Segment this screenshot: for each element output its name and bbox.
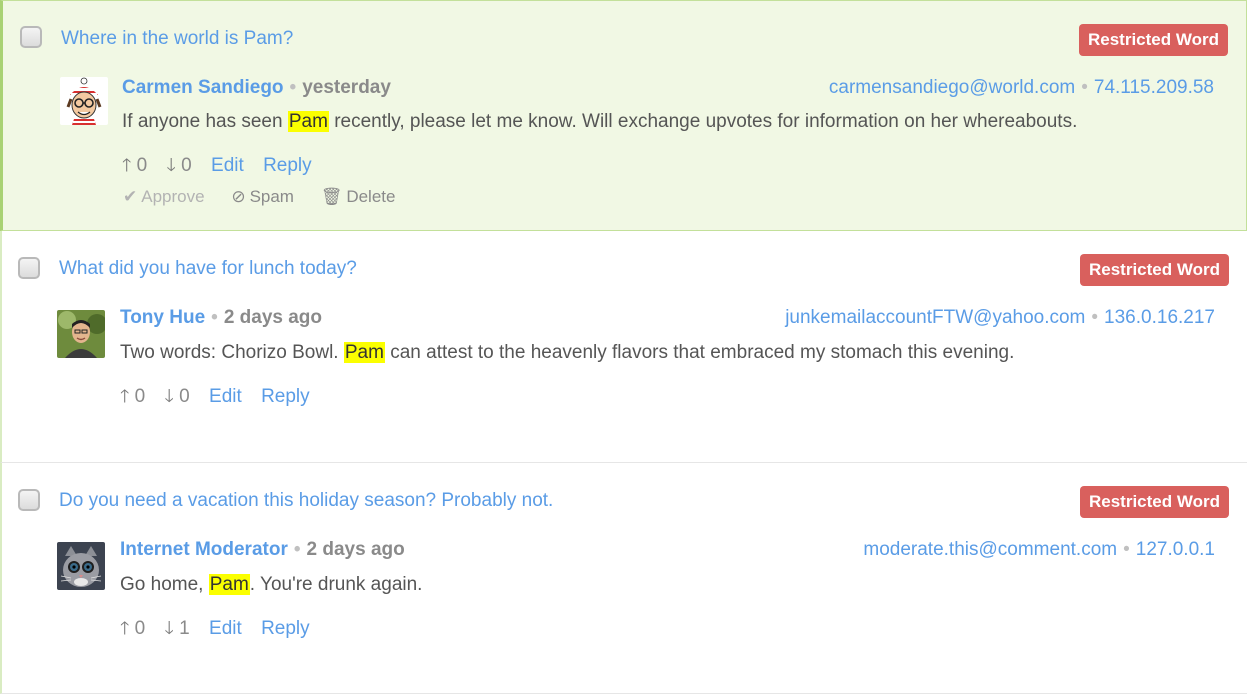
arrow-up-icon: 🡑 (120, 386, 130, 406)
comment-subject-link[interactable]: Where in the world is Pam? (61, 28, 293, 50)
upvote-button[interactable]: 🡑 0 (120, 386, 145, 407)
comment-meta: Internet Moderator • 2 days ago moderate.t… (2, 539, 1215, 563)
arrow-down-icon: 🡓 (164, 386, 174, 406)
comment-meta: Tony Hue • 2 days ago junkemailaccountFTW@… (2, 307, 1215, 331)
comment-subject-link[interactable]: Do you need a vacation this holiday seas… (59, 490, 553, 512)
comment-body: Go home, Pam. You're drunk again. (120, 574, 423, 595)
comment-actions: 🡑 0 🡓 1 Edit Reply (120, 616, 324, 646)
author-name[interactable]: Carmen Sandiego • yesterday (122, 77, 391, 99)
author-name[interactable]: Internet Moderator • 2 days ago (120, 539, 405, 561)
comment-subject-link[interactable]: What did you have for lunch today? (59, 258, 357, 280)
reply-link[interactable]: Reply (263, 155, 312, 176)
arrow-up-icon: 🡑 (122, 155, 132, 175)
timestamp: 2 days ago (223, 307, 323, 328)
comment-body: Two words: Chorizo Bowl. Pam can attest … (120, 342, 1015, 363)
trash-icon: 🗑 (320, 187, 343, 206)
select-checkbox[interactable] (20, 26, 42, 48)
downvote-button[interactable]: 🡓 1 (165, 618, 190, 639)
author-ip-link[interactable]: 74.115.209.58 (1094, 77, 1214, 98)
author-contact: moderate.this@comment.com • 127.0.0.1 (863, 539, 1215, 560)
comment-body: If anyone has seen Pam recently, please … (122, 111, 1078, 132)
comment-item: Do you need a vacation this holiday seas… (0, 463, 1247, 694)
restricted-word-badge: Restricted Word (1080, 254, 1229, 286)
select-checkbox[interactable] (18, 489, 40, 511)
upvote-button[interactable]: 🡑 0 (122, 155, 147, 176)
timestamp: yesterday (302, 77, 391, 98)
downvote-button[interactable]: 🡓 0 (167, 155, 192, 176)
author-contact: junkemailaccountFTW@yahoo.com • 136.0.16.2… (785, 307, 1215, 328)
spam-button[interactable]: ⊘ Spam (231, 187, 294, 206)
edit-link[interactable]: Edit (211, 155, 244, 176)
comment-actions: 🡑 0 🡓 0 Edit Reply (120, 384, 324, 414)
comment-list: Where in the world is Pam? Restricted Wo… (0, 0, 1247, 694)
reply-link[interactable]: Reply (261, 618, 310, 639)
author-contact: carmensandiego@world.com • 74.115.209.58 (828, 77, 1214, 98)
comment-item: What did you have for lunch today? Restr… (0, 231, 1247, 463)
comment-actions: 🡑 0 🡓 0 Edit Reply (122, 153, 326, 183)
restricted-word-badge: Restricted Word (1079, 24, 1228, 56)
arrow-down-icon: 🡓 (166, 155, 176, 175)
ban-icon: ⊘ (231, 187, 246, 206)
author-ip-link[interactable]: 136.0.16.217 (1104, 307, 1215, 328)
delete-button[interactable]: 🗑 Delete (321, 187, 396, 206)
arrow-down-icon: 🡓 (164, 618, 174, 638)
restricted-word-highlight: Pam (287, 111, 329, 132)
author-email-link[interactable]: junkemailaccountFTW@yahoo.com (785, 307, 1085, 328)
restricted-word-badge: Restricted Word (1080, 486, 1229, 518)
reply-link[interactable]: Reply (261, 386, 310, 407)
author-name[interactable]: Tony Hue • 2 days ago (120, 307, 322, 329)
restricted-word-highlight: Pam (343, 342, 385, 363)
arrow-up-icon: 🡑 (120, 618, 130, 638)
select-checkbox[interactable] (18, 257, 40, 279)
comment-meta: Carmen Sandiego • yesterday carmensandiego… (3, 77, 1214, 101)
author-email-link[interactable]: moderate.this@comment.com (863, 539, 1117, 560)
comment-item: Where in the world is Pam? Restricted Wo… (0, 0, 1247, 231)
upvote-button[interactable]: 🡑 0 (120, 618, 145, 639)
author-email-link[interactable]: carmensandiego@world.com (829, 77, 1075, 98)
check-icon: ✔ (123, 187, 138, 206)
moderation-actions: ✔ Approve ⊘ Spam 🗑 Delete (123, 187, 417, 207)
restricted-word-highlight: Pam (208, 574, 250, 595)
timestamp: 2 days ago (306, 539, 405, 560)
edit-link[interactable]: Edit (209, 386, 242, 407)
author-ip-link[interactable]: 127.0.0.1 (1136, 539, 1215, 560)
downvote-button[interactable]: 🡓 0 (165, 386, 190, 407)
approve-button[interactable]: ✔ Approve (123, 187, 205, 206)
edit-link[interactable]: Edit (209, 618, 242, 639)
